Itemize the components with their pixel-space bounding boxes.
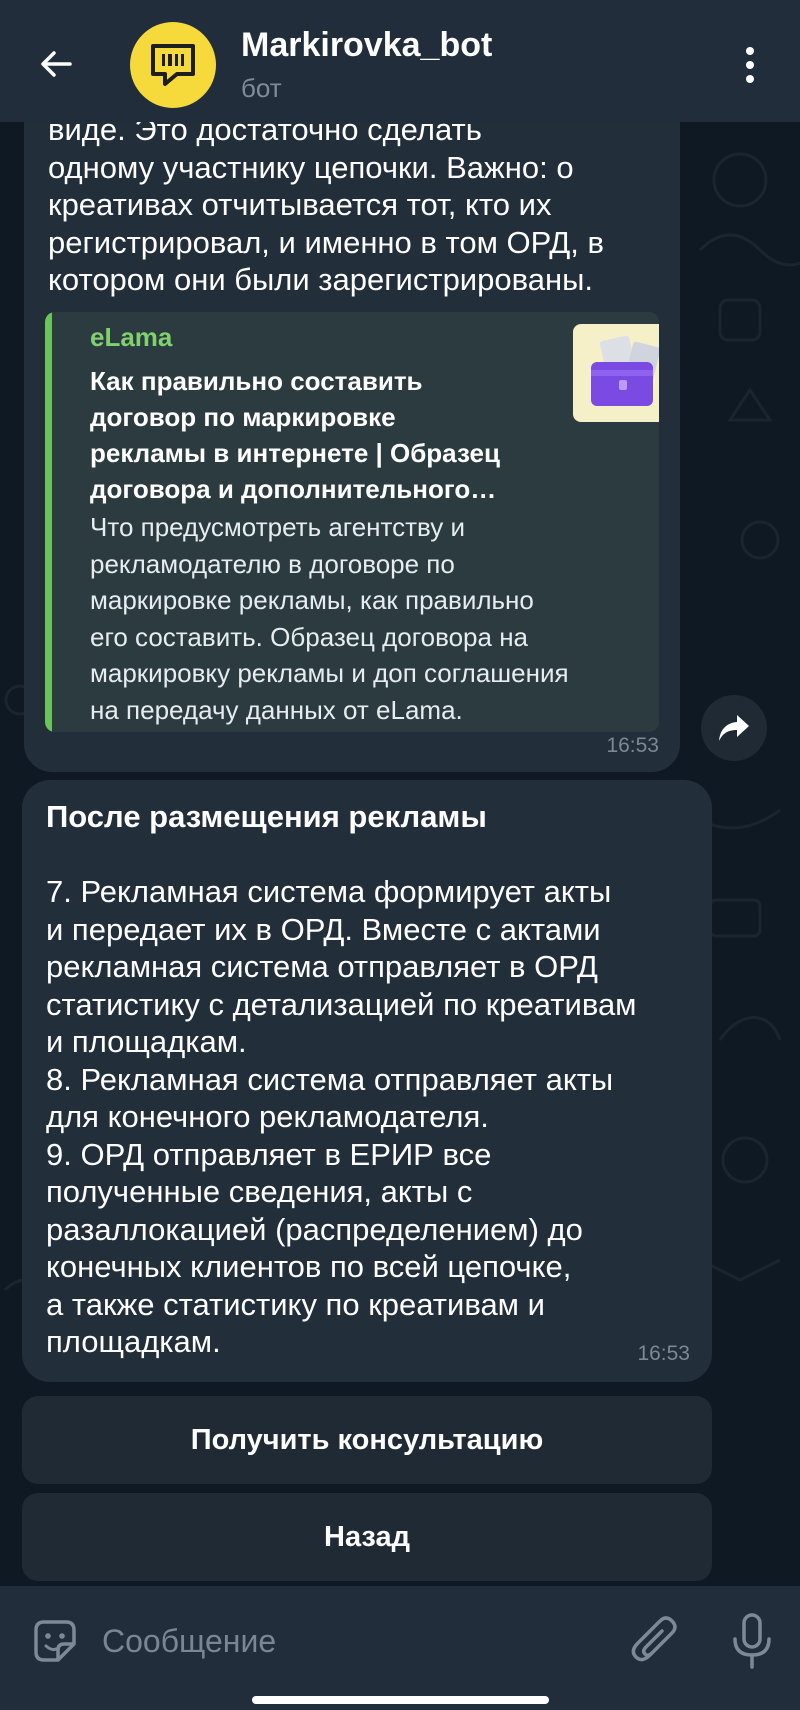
message-bubble[interactable]: виде. Это достаточно сделать одному учас… [24,100,680,772]
message-line: регистрировал, и именно в том ОРД, в [48,224,604,260]
link-preview-description: Что предусмотреть агентству и рекламодат… [90,509,650,728]
sticker-button[interactable] [30,1616,80,1666]
arrow-left-icon [41,51,72,77]
message-time: 16:53 [606,734,659,757]
message-line: котором они были зарегистрированы. [48,262,593,297]
link-desc-line: Что предусмотреть агентству и [90,512,466,542]
sticker-icon [34,1620,76,1662]
message-line: а также статистику по креативам и [46,1286,545,1322]
message-line: и передает их в ОРД. Вместе с актами [46,911,601,947]
message-bubble[interactable]: После размещения рекламы 7. Рекламная си… [22,780,712,1382]
microphone-icon [733,1613,771,1669]
link-preview-thumbnail[interactable] [573,324,659,422]
message-line: и площадкам. [46,1024,247,1059]
link-title-line: Как правильно составить [90,366,423,396]
back-button[interactable] [28,36,84,92]
share-button[interactable] [701,695,767,761]
message-input-bar [0,1586,800,1710]
barcode-chat-icon [151,44,195,86]
more-menu-button[interactable] [728,40,772,90]
link-preview[interactable]: eLama Как правильно составить договор по… [45,312,659,732]
chat-subtitle: бот [241,73,282,103]
attach-button[interactable] [630,1613,680,1669]
message-heading: После размещения рекламы [46,799,487,834]
message-line: 7. Рекламная система формирует акты [46,874,612,909]
message-text: виде. Это достаточно сделать одному учас… [48,111,668,299]
link-desc-line: маркировку рекламы и доп соглашения [90,658,569,688]
message-line: конечных клиентов по всей цепочке, [46,1249,572,1284]
message-line: креативах отчитывается тот, кто их [48,187,552,222]
message-line: разаллокацией (распределением) до [46,1211,583,1247]
message-line: площадкам. [46,1324,221,1359]
paperclip-icon [631,1616,677,1662]
documents-folder-icon [591,335,659,406]
avatar[interactable] [130,22,216,108]
link-desc-line: маркировке рекламы, как правильно [90,585,534,615]
message-time: 16:53 [637,1342,690,1365]
home-indicator[interactable] [252,1696,549,1704]
chat-header: Markirovka_bot бот [0,0,800,122]
link-desc-line: на передачу данных от eLama. [90,694,463,725]
get-consultation-button[interactable]: Получить консультацию [22,1396,712,1484]
link-preview-site: eLama [90,322,173,352]
message-line: полученные сведения, акты с [46,1174,473,1209]
link-title-line: рекламы в интернете | Образец [90,438,500,468]
message-input[interactable] [102,1606,602,1676]
link-desc-line: рекламодателю в договоре по [90,548,455,579]
message-line: рекламная система отправляет в ОРД [46,949,598,984]
back-keyboard-button[interactable]: Назад [22,1493,712,1581]
microphone-button[interactable] [727,1611,777,1671]
share-arrow-icon [719,715,749,741]
link-preview-title: Как правильно составить договор по марки… [90,363,520,507]
message-text: После размещения рекламы 7. Рекламная си… [46,798,696,1361]
message-line: 9. ОРД отправляет в ЕРИР все [46,1136,492,1172]
more-vertical-icon [746,47,754,83]
message-line: 8. Рекламная система отправляет акты [46,1061,614,1097]
message-line: статистику с детализацией по креативам [46,986,637,1022]
link-desc-line: его составить. Образец договора на [90,621,529,652]
link-title-line: договора и дополнительного… [90,474,497,504]
link-preview-accent [45,312,52,732]
chat-screen: Markirovka_bot бот виде. Это достаточно … [0,0,800,1710]
chat-title[interactable]: Markirovka_bot [241,26,492,65]
message-line: для конечного рекламодателя. [46,1099,489,1134]
message-line: одному участнику цепочки. Важно: о [48,149,574,185]
link-title-line: договор по маркировке [90,402,396,432]
